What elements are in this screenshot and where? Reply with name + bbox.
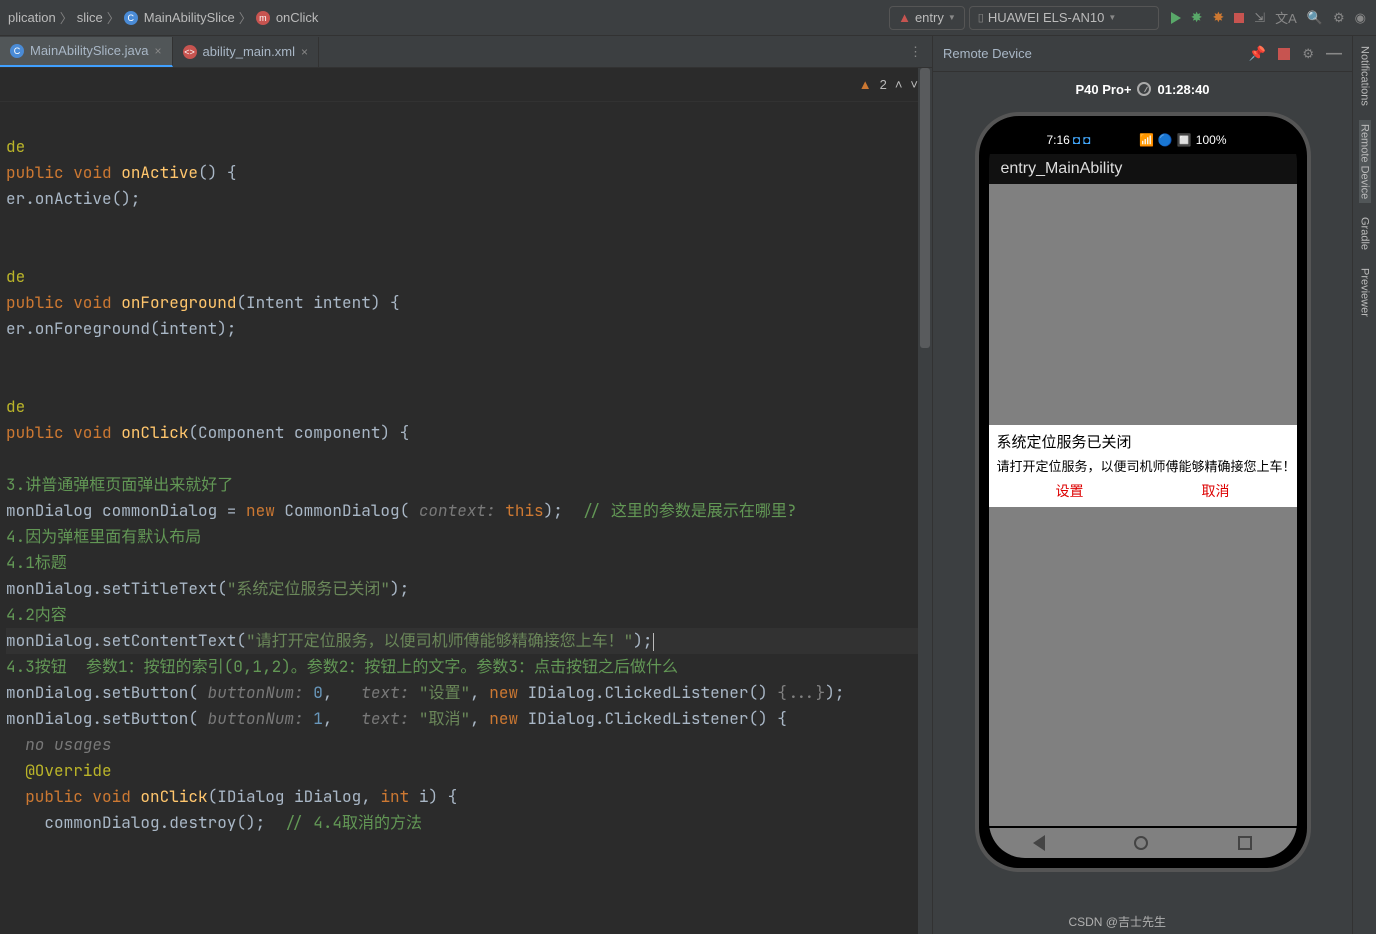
- update-icon[interactable]: ⇲: [1254, 10, 1265, 26]
- code-area[interactable]: de public void onActive() { er.onActive(…: [0, 102, 932, 934]
- breadcrumb-item[interactable]: MainAbilitySlice: [144, 10, 235, 25]
- settings-icon[interactable]: ⚙: [1333, 10, 1345, 26]
- chevron-icon: 〉: [239, 8, 252, 27]
- icon-badge: ◘: [1083, 133, 1090, 147]
- dock-gradle[interactable]: Gradle: [1359, 213, 1371, 254]
- warning-count: 2: [880, 77, 887, 92]
- settings-icon[interactable]: ⚙: [1302, 46, 1314, 62]
- phone-icon: ▯: [978, 11, 984, 24]
- breadcrumb: plication 〉 slice 〉 C MainAbilitySlice 〉…: [4, 8, 318, 27]
- wifi-icon: 📶: [1139, 133, 1154, 147]
- chevron-icon: 〉: [60, 8, 73, 27]
- recent-icon[interactable]: [1238, 836, 1252, 850]
- run-config-selector[interactable]: ▲ entry ▼: [889, 6, 965, 30]
- battery-icon: 🔲: [1177, 133, 1192, 147]
- breadcrumb-item[interactable]: slice: [77, 10, 103, 25]
- dock-previewer[interactable]: Previewer: [1359, 264, 1371, 321]
- next-highlight-icon[interactable]: ˅: [910, 77, 918, 92]
- warning-icon[interactable]: ▲: [859, 77, 872, 92]
- java-icon: C: [10, 44, 24, 58]
- breadcrumb-item[interactable]: onClick: [276, 10, 319, 25]
- user-icon[interactable]: ◉: [1355, 10, 1366, 26]
- editor-tabs: C MainAbilitySlice.java × <> ability_mai…: [0, 36, 932, 68]
- icon-badge: ◘: [1073, 133, 1080, 147]
- remote-device-panel: Remote Device 📌 ⚙ — P40 Pro+ 01:28:40: [932, 36, 1352, 934]
- debug-icon[interactable]: ✸: [1191, 9, 1203, 26]
- stop-icon[interactable]: [1278, 48, 1290, 60]
- profiler-icon[interactable]: ✸: [1213, 9, 1225, 26]
- dock-remote-device[interactable]: Remote Device: [1359, 120, 1371, 203]
- dialog-content: 请打开定位服务，以便司机师傅能够精确接您上车！: [997, 456, 1289, 475]
- prev-highlight-icon[interactable]: ˄: [895, 77, 903, 92]
- dialog-button-set[interactable]: 设置: [997, 481, 1143, 501]
- editor-tab[interactable]: C MainAbilitySlice.java ×: [0, 37, 173, 67]
- translate-icon[interactable]: 文A: [1275, 8, 1297, 27]
- dialog-button-cancel[interactable]: 取消: [1143, 481, 1289, 501]
- method-icon: m: [256, 11, 270, 25]
- app-title: entry_MainAbility: [989, 154, 1297, 184]
- device-screen[interactable]: 7:16◘◘ 📶🔵🔲100% entry_MainAbility 系统定位服务已…: [989, 126, 1297, 858]
- chevron-down-icon: ▼: [948, 13, 956, 22]
- pin-icon[interactable]: 📌: [1249, 45, 1266, 62]
- search-icon[interactable]: 🔍: [1307, 10, 1323, 26]
- breadcrumb-item[interactable]: plication: [8, 10, 56, 25]
- dock-notifications[interactable]: Notifications: [1359, 42, 1371, 110]
- status-bar: 7:16◘◘ 📶🔵🔲100%: [989, 126, 1297, 154]
- close-icon[interactable]: ×: [155, 44, 162, 58]
- run-icon[interactable]: [1171, 12, 1181, 24]
- chevron-icon: 〉: [107, 8, 120, 27]
- top-toolbar: plication 〉 slice 〉 C MainAbilitySlice 〉…: [0, 0, 1376, 36]
- dialog-title: 系统定位服务已关闭: [997, 431, 1289, 452]
- device-selector[interactable]: ▯ HUAWEI ELS-AN10 ▼: [969, 6, 1159, 30]
- tool-dock: Notifications Remote Device Gradle Previ…: [1352, 36, 1376, 934]
- editor-panel: C MainAbilitySlice.java × <> ability_mai…: [0, 36, 932, 934]
- back-icon[interactable]: [1033, 835, 1045, 851]
- nav-bar: [989, 828, 1297, 858]
- editor-tab[interactable]: <> ability_main.xml ×: [173, 37, 320, 67]
- common-dialog: 系统定位服务已关闭 请打开定位服务，以便司机师傅能够精确接您上车！ 设置 取消: [989, 425, 1297, 507]
- xml-icon: <>: [183, 45, 197, 59]
- home-icon[interactable]: [1134, 836, 1148, 850]
- hide-icon[interactable]: —: [1326, 45, 1342, 63]
- watermark: CSDN @吉士先生: [1068, 913, 1166, 930]
- entry-icon: ▲: [898, 10, 911, 25]
- bt-icon: 🔵: [1158, 133, 1173, 147]
- chevron-down-icon: ▼: [1108, 13, 1116, 22]
- editor-scrollbar[interactable]: [918, 68, 932, 934]
- timer-icon: [1137, 82, 1151, 96]
- panel-title: Remote Device: [943, 46, 1032, 61]
- device-frame: 7:16◘◘ 📶🔵🔲100% entry_MainAbility 系统定位服务已…: [975, 112, 1311, 872]
- device-status: P40 Pro+ 01:28:40: [933, 72, 1352, 106]
- stop-icon[interactable]: [1234, 13, 1244, 23]
- app-body: 系统定位服务已关闭 请打开定位服务，以便司机师傅能够精确接您上车！ 设置 取消: [989, 184, 1297, 826]
- class-icon: C: [124, 11, 138, 25]
- tab-menu-icon[interactable]: ⋮: [899, 44, 932, 60]
- close-icon[interactable]: ×: [301, 45, 308, 59]
